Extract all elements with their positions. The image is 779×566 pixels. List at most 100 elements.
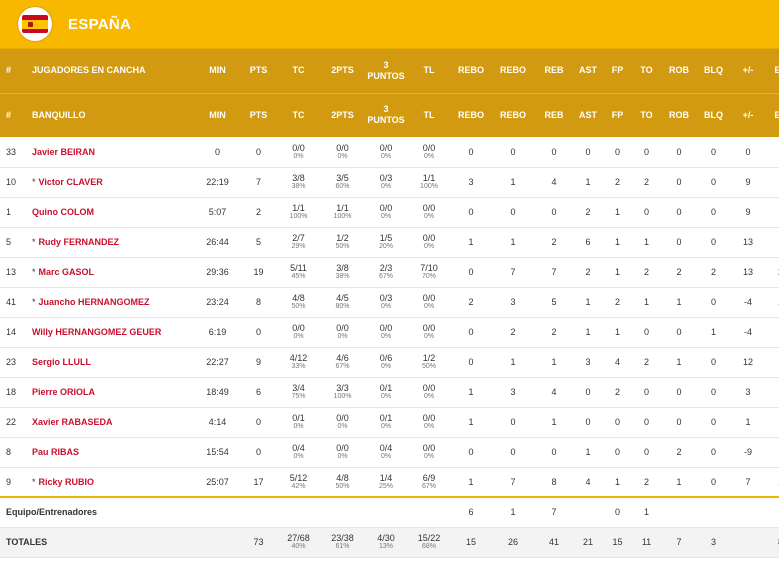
- stat-cell: 13: [729, 227, 767, 258]
- player-name-link[interactable]: Javier BEIRAN: [26, 137, 194, 168]
- col-header[interactable]: REBO: [492, 92, 534, 137]
- stat-cell: 3: [450, 167, 492, 198]
- player-name[interactable]: Pau RIBAS: [32, 447, 79, 457]
- stat-cell: 6:19: [194, 317, 241, 348]
- col-header[interactable]: REBO: [492, 49, 534, 93]
- stat-cell: 2/3 67%: [364, 257, 408, 288]
- player-name-link[interactable]: Sergio LLULL: [26, 347, 194, 378]
- col-header[interactable]: ROB: [660, 92, 698, 137]
- player-name-link[interactable]: * Marc GASOL: [26, 257, 194, 288]
- player-name[interactable]: Marc GASOL: [39, 267, 95, 277]
- col-header[interactable]: REB: [534, 49, 574, 93]
- player-number: 9: [0, 467, 26, 498]
- team-coaches-row: Equipo/Entrenadores 6 1 7 0 1: [0, 496, 779, 528]
- stat-cell: 0: [660, 137, 698, 168]
- player-name[interactable]: Sergio LLULL: [32, 357, 91, 367]
- stat-cell: 0/0 0%: [408, 227, 450, 258]
- stat-cell: 0: [660, 167, 698, 198]
- stat-cell: 13: [729, 257, 767, 288]
- stat-cell: 2: [574, 257, 602, 288]
- col-header[interactable]: MIN: [194, 92, 241, 137]
- stat-cell: 0: [492, 137, 534, 168]
- player-name-link[interactable]: * Ricky RUBIO: [26, 467, 194, 498]
- player-row: 22 Xavier RABASEDA 4:14 0 0/1 0% 0/0 0% 0/1 0% 0/0…: [0, 407, 779, 438]
- col-header[interactable]: TL: [408, 92, 450, 137]
- stat-cell: 0/1 0%: [364, 377, 408, 408]
- stat-cell: 4: [767, 317, 779, 348]
- player-number: 10: [0, 167, 26, 198]
- col-header[interactable]: 3 PUNTOS: [364, 49, 408, 93]
- player-name[interactable]: Quino COLOM: [32, 207, 94, 217]
- col-header[interactable]: EFF: [767, 49, 779, 93]
- player-name[interactable]: Pierre ORIOLA: [32, 387, 95, 397]
- stat-cell: 1: [698, 317, 729, 348]
- col-header[interactable]: 2PTS: [321, 49, 364, 93]
- col-header[interactable]: MIN: [194, 49, 241, 93]
- stat-cell: 10: [767, 287, 779, 318]
- player-name[interactable]: Ricky RUBIO: [39, 477, 95, 487]
- col-header[interactable]: 2PTS: [321, 92, 364, 137]
- player-name-link[interactable]: * Rudy FERNANDEZ: [26, 227, 194, 258]
- col-header[interactable]: +/-: [729, 92, 767, 137]
- stat-cell: 3: [698, 527, 729, 558]
- col-header[interactable]: TL: [408, 49, 450, 93]
- stat-cell: [729, 527, 767, 558]
- stat-cell: 2: [602, 167, 633, 198]
- player-name-link[interactable]: * Victor CLAVER: [26, 167, 194, 198]
- player-name[interactable]: Xavier RABASEDA: [32, 417, 113, 427]
- col-header[interactable]: BLQ: [698, 92, 729, 137]
- col-header[interactable]: REB: [534, 92, 574, 137]
- player-name[interactable]: Javier BEIRAN: [32, 147, 95, 157]
- col-header[interactable]: REBO: [450, 92, 492, 137]
- team-name: ESPAÑA: [68, 15, 132, 33]
- player-name-link[interactable]: Pierre ORIOLA: [26, 377, 194, 408]
- col-header[interactable]: PTS: [241, 49, 276, 93]
- player-name-link[interactable]: Pau RIBAS: [26, 437, 194, 468]
- stat-cell: 4:14: [194, 407, 241, 438]
- col-header[interactable]: TC: [276, 92, 321, 137]
- stat-cell: 4/8 50%: [321, 467, 364, 498]
- player-name[interactable]: Juancho HERNANGOMEZ: [39, 297, 150, 307]
- player-name[interactable]: Victor CLAVER: [39, 177, 103, 187]
- stat-cell: 1: [492, 227, 534, 258]
- stat-cell: 0/0 0%: [364, 137, 408, 168]
- col-header[interactable]: +/-: [729, 49, 767, 93]
- player-name-link[interactable]: Willy HERNANGOMEZ GEUER: [26, 317, 194, 348]
- stat-cell: 0: [698, 347, 729, 378]
- col-header[interactable]: EFF: [767, 92, 779, 137]
- stat-cell: -9: [729, 437, 767, 468]
- player-name-link[interactable]: * Juancho HERNANGOMEZ: [26, 287, 194, 318]
- stat-cell: 0/0 0%: [276, 317, 321, 348]
- stat-cell: 5: [534, 287, 574, 318]
- stat-cell: 0: [698, 137, 729, 168]
- player-name[interactable]: Rudy FERNANDEZ: [39, 237, 120, 247]
- player-row: 8 Pau RIBAS 15:54 0 0/4 0% 0/0 0% 0/4 0% 0/0 0% 0 0 0 1…: [0, 437, 779, 468]
- starter-star-icon: *: [32, 177, 36, 187]
- stat-cell: 0/0 0%: [364, 317, 408, 348]
- col-header[interactable]: JUGADORES EN CANCHA: [26, 49, 194, 93]
- stat-cell: 3: [574, 347, 602, 378]
- stat-cell: 0: [698, 407, 729, 438]
- player-name-link[interactable]: Xavier RABASEDA: [26, 407, 194, 438]
- player-name[interactable]: Willy HERNANGOMEZ GEUER: [32, 327, 161, 337]
- col-header[interactable]: FP: [602, 92, 633, 137]
- col-header[interactable]: 3 PUNTOS: [364, 92, 408, 137]
- player-name-link[interactable]: Quino COLOM: [26, 197, 194, 228]
- col-header[interactable]: BLQ: [698, 49, 729, 93]
- col-header[interactable]: TO: [633, 92, 660, 137]
- player-number: 18: [0, 377, 26, 408]
- stat-cell: 8: [534, 467, 574, 498]
- stat-cell: 0/0 0%: [408, 407, 450, 438]
- col-header[interactable]: FP: [602, 49, 633, 93]
- stat-cell: 0: [660, 377, 698, 408]
- col-header[interactable]: BANQUILLO: [26, 92, 194, 137]
- col-header[interactable]: AST: [574, 92, 602, 137]
- col-header[interactable]: PTS: [241, 92, 276, 137]
- col-header[interactable]: TC: [276, 49, 321, 93]
- col-header[interactable]: TO: [633, 49, 660, 93]
- col-header[interactable]: REBO: [450, 49, 492, 93]
- col-header[interactable]: AST: [574, 49, 602, 93]
- col-header[interactable]: ROB: [660, 49, 698, 93]
- stat-cell: 0: [241, 317, 276, 348]
- stat-cell: 0: [633, 407, 660, 438]
